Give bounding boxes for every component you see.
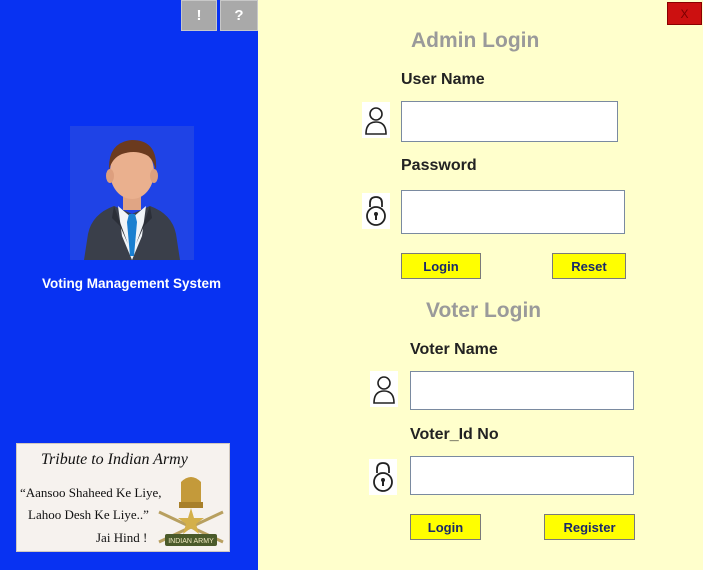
emblem-label: INDIAN ARMY bbox=[168, 538, 214, 545]
admin-login-button[interactable]: Login bbox=[401, 253, 481, 279]
voter-login-heading: Voter Login bbox=[426, 299, 542, 322]
admin-login-heading: Admin Login bbox=[411, 29, 540, 52]
username-label: User Name bbox=[401, 71, 485, 88]
info-button[interactable]: ! bbox=[181, 0, 217, 31]
sidebar: ! ? Voting Management System Tribute to … bbox=[0, 0, 258, 570]
tribute-line-2: Lahoo Desh Ke Liye..” bbox=[28, 507, 149, 522]
indian-army-emblem-icon: INDIAN ARMY bbox=[153, 472, 229, 550]
voter-id-label: Voter_Id No bbox=[410, 426, 499, 443]
voter-lock-icon bbox=[369, 459, 397, 495]
tribute-line-3: Jai Hind ! bbox=[96, 530, 148, 545]
app-title: Voting Management System bbox=[41, 276, 222, 291]
username-input[interactable] bbox=[401, 101, 618, 142]
lock-icon bbox=[362, 193, 390, 229]
password-label: Password bbox=[401, 157, 477, 174]
voter-name-label: Voter Name bbox=[410, 341, 498, 358]
close-button[interactable]: X bbox=[667, 2, 702, 25]
user-avatar-icon bbox=[70, 126, 194, 260]
user-icon bbox=[362, 102, 390, 138]
tribute-title: Tribute to Indian Army bbox=[41, 451, 188, 468]
help-button[interactable]: ? bbox=[220, 0, 258, 31]
reset-button[interactable]: Reset bbox=[552, 253, 626, 279]
voter-id-input[interactable] bbox=[410, 456, 634, 495]
tribute-line-1: “Aansoo Shaheed Ke Liye, bbox=[20, 485, 162, 500]
voter-login-button[interactable]: Login bbox=[410, 514, 481, 540]
voter-user-icon bbox=[370, 371, 398, 407]
tribute-banner: Tribute to Indian Army “Aansoo Shaheed K… bbox=[16, 443, 230, 552]
register-button[interactable]: Register bbox=[544, 514, 635, 540]
password-input[interactable] bbox=[401, 190, 625, 234]
voter-name-input[interactable] bbox=[410, 371, 634, 410]
